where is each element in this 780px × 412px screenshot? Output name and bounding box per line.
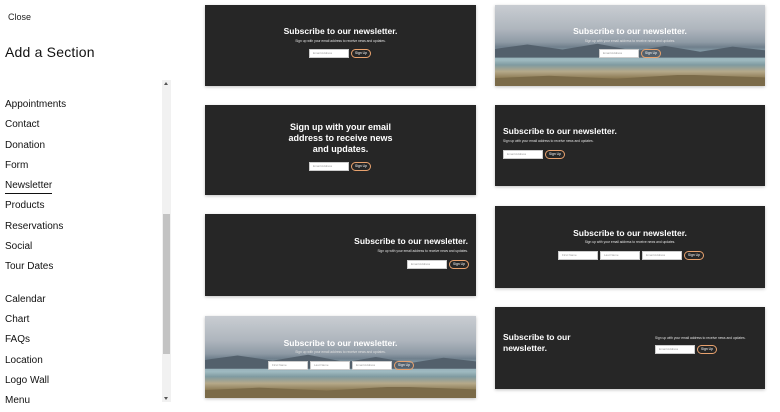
sign-up-button: Sign Up (394, 361, 414, 370)
sign-up-button: Sign Up (545, 150, 565, 159)
template-headline-line-2: newsletter. (503, 343, 547, 353)
email-field: Email Address (352, 361, 392, 370)
template-headline-line-1: Subscribe to our (503, 332, 571, 342)
sidebar-item-products[interactable]: Products (5, 197, 155, 217)
sidebar-scrollbar[interactable] (162, 80, 171, 402)
sign-up-button: Sign Up (351, 49, 371, 58)
template-gallery: Subscribe to our newsletter. Sign up wit… (185, 0, 780, 402)
sidebar-item-location[interactable]: Location (5, 352, 155, 372)
newsletter-template-card[interactable]: Subscribe to our newsletter. Sign up wit… (495, 5, 765, 86)
sign-up-button: Sign Up (351, 162, 371, 171)
sidebar-item-reservations[interactable]: Reservations (5, 218, 155, 238)
template-subtext: Sign up with your email address to recei… (655, 336, 746, 340)
email-field: Email Address (309, 49, 349, 58)
last-name-field: Last Name (310, 361, 350, 370)
sidebar-item-menu[interactable]: Menu (5, 392, 155, 412)
first-name-field: First Name (268, 361, 308, 370)
sidebar-item-social[interactable]: Social (5, 238, 155, 258)
template-subtext: Sign up with your email address to recei… (295, 39, 386, 43)
template-headline-line-1: Sign up with your email (289, 122, 391, 132)
newsletter-template-card[interactable]: Subscribe to our newsletter. Sign up wit… (495, 206, 765, 288)
template-headline: Subscribe to our newsletter. (503, 126, 617, 136)
email-field: Email Address (407, 260, 447, 269)
template-headline: Subscribe to our newsletter. (354, 236, 468, 246)
shore-image (495, 74, 765, 86)
template-subtext: Sign up with your email address to recei… (295, 350, 386, 354)
template-headline: Subscribe to our newsletter. (573, 228, 687, 238)
template-subtext: Sign up with your email address to recei… (503, 139, 594, 143)
close-button[interactable]: Close (8, 12, 31, 22)
template-headline-line-3: and updates. (312, 144, 369, 154)
sign-up-button: Sign Up (684, 251, 704, 260)
sidebar-item-faqs[interactable]: FAQs (5, 331, 155, 351)
template-headline: Subscribe to our newsletter. (283, 26, 398, 36)
newsletter-template-card[interactable]: Subscribe to our newsletter. Sign up wit… (495, 307, 765, 389)
first-name-field: First Name (558, 251, 598, 260)
template-headline: Subscribe to our newsletter. (573, 26, 687, 36)
template-subtext: Sign up with your email address to recei… (584, 240, 676, 244)
sidebar-item-chart[interactable]: Chart (5, 311, 155, 331)
sidebar-item-form[interactable]: Form (5, 157, 155, 177)
email-field: Email Address (642, 251, 682, 260)
last-name-field: Last Name (600, 251, 640, 260)
newsletter-template-card[interactable]: Subscribe to our newsletter. Sign up wit… (205, 316, 476, 398)
template-headline-line-2: address to receive news (288, 133, 393, 143)
template-subtext: Sign up with your email address to recei… (584, 39, 676, 43)
email-field: Email Address (655, 345, 695, 354)
sidebar-item-newsletter[interactable]: Newsletter (5, 177, 155, 197)
email-field: Email Address (503, 150, 543, 159)
scroll-down-arrow-icon[interactable] (164, 397, 168, 400)
sign-up-button: Sign Up (641, 49, 661, 58)
sign-up-button: Sign Up (697, 345, 717, 354)
newsletter-template-card[interactable]: Sign up with your email address to recei… (205, 105, 476, 195)
shore-image (205, 386, 476, 398)
sidebar-item-tour-dates[interactable]: Tour Dates (5, 258, 155, 278)
sidebar-item-appointments[interactable]: Appointments (5, 96, 155, 116)
scroll-up-arrow-icon[interactable] (164, 82, 168, 85)
sidebar-title: Add a Section (5, 44, 95, 60)
newsletter-template-card[interactable]: Subscribe to our newsletter. Sign up wit… (205, 5, 476, 86)
sidebar-item-calendar[interactable]: Calendar (5, 291, 155, 311)
sidebar: Close Add a Section Appointments Contact… (0, 0, 185, 406)
template-subtext: Sign up with your email address to recei… (377, 249, 468, 253)
template-headline: Subscribe to our newsletter. (283, 338, 398, 348)
section-category-list: Appointments Contact Donation Form Newsl… (5, 96, 155, 412)
scrollbar-thumb[interactable] (163, 214, 170, 354)
email-field: Email Address (599, 49, 639, 58)
sidebar-item-logo-wall[interactable]: Logo Wall (5, 372, 155, 392)
menu-group-gap (5, 279, 155, 291)
sign-up-button: Sign Up (449, 260, 469, 269)
newsletter-template-card[interactable]: Subscribe to our newsletter. Sign up wit… (205, 214, 476, 296)
email-field: Email Address (309, 162, 349, 171)
sidebar-item-donation[interactable]: Donation (5, 137, 155, 157)
newsletter-template-card[interactable]: Subscribe to our newsletter. Sign up wit… (495, 105, 765, 186)
sidebar-item-contact[interactable]: Contact (5, 116, 155, 136)
